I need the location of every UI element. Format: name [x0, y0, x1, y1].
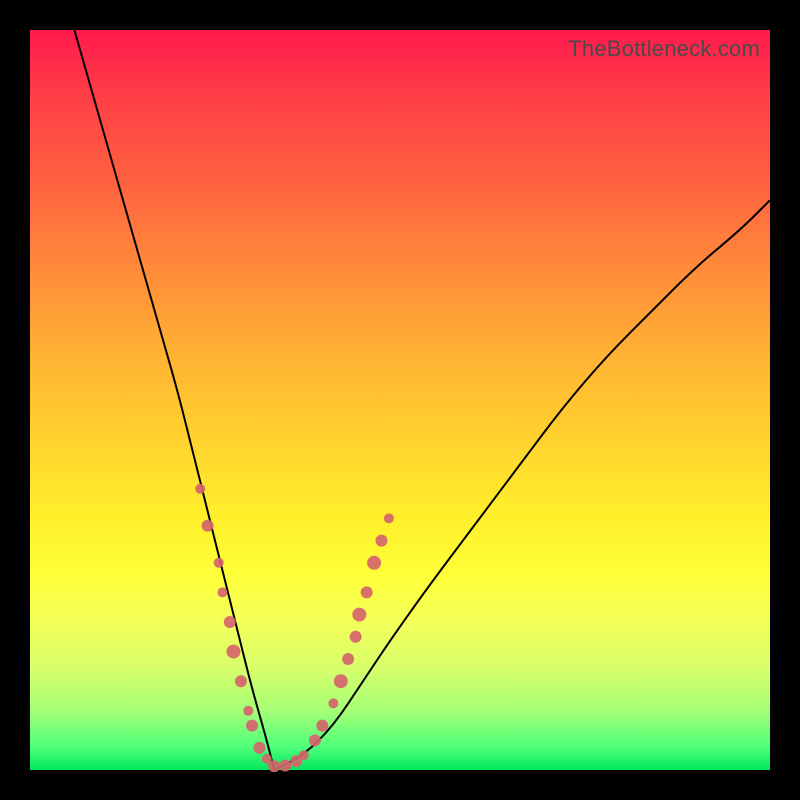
data-point [279, 760, 291, 772]
marker-group [195, 484, 394, 773]
data-point [350, 631, 362, 643]
data-point [246, 720, 258, 732]
data-point [299, 750, 309, 760]
data-point [253, 742, 265, 754]
data-point [214, 558, 224, 568]
data-point [235, 675, 247, 687]
data-point [195, 484, 205, 494]
data-point [227, 645, 241, 659]
bottleneck-curve [74, 30, 770, 770]
chart-svg [30, 30, 770, 770]
data-point [342, 653, 354, 665]
data-point [328, 698, 338, 708]
data-point [367, 556, 381, 570]
data-point [316, 720, 328, 732]
data-point [268, 760, 280, 772]
data-point [202, 520, 214, 532]
data-point [243, 706, 253, 716]
data-point [217, 587, 227, 597]
data-point [352, 608, 366, 622]
data-point [334, 674, 348, 688]
data-point [309, 734, 321, 746]
data-point [384, 513, 394, 523]
data-point [361, 586, 373, 598]
right-limb [274, 200, 770, 770]
data-point [376, 535, 388, 547]
left-limb [74, 30, 274, 770]
chart-frame: TheBottleneck.com [30, 30, 770, 770]
data-point [224, 616, 236, 628]
